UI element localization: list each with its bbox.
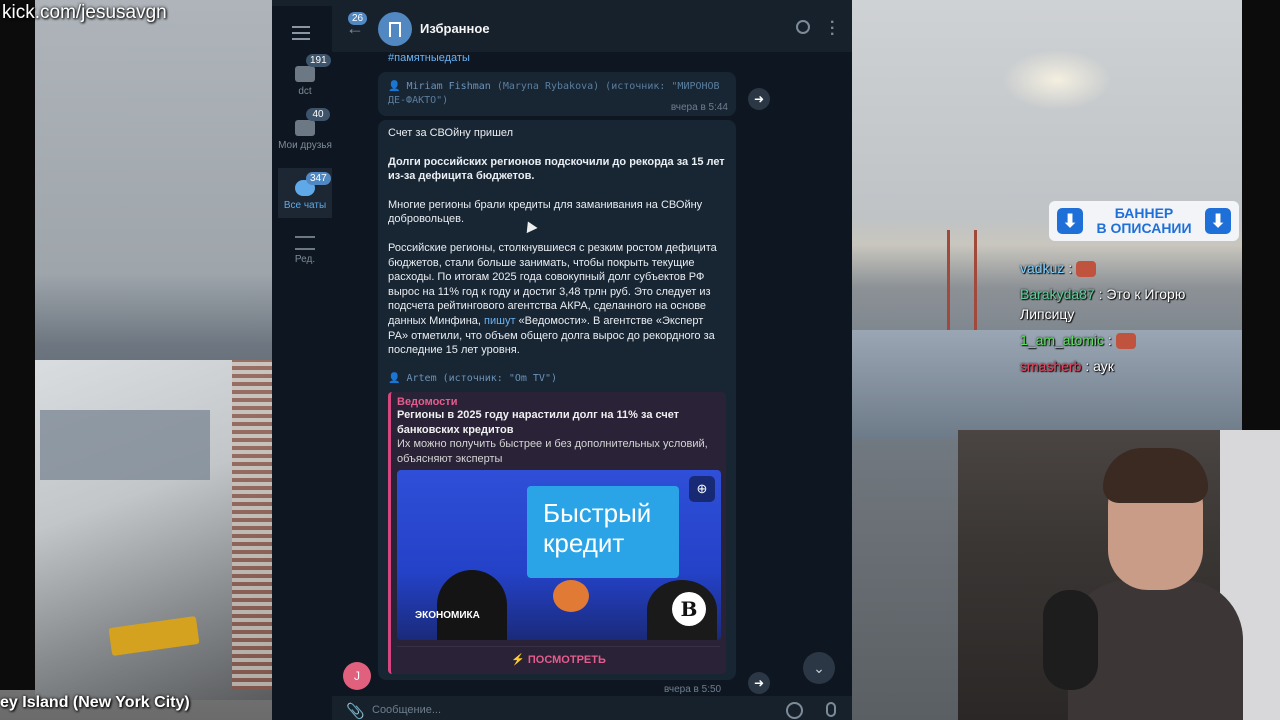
user-avatar[interactable]: J [343,662,371,690]
view-button[interactable]: ⚡ ПОСМОТРЕТЬ [397,646,720,674]
streamer-webcam [958,430,1280,720]
folder-all-chats[interactable]: 347 Все чаты [278,168,332,218]
parking-lot [40,410,210,480]
forward-header: 👤 Artem (источник: "Om TV") [388,372,557,384]
preview-title: Регионы в 2025 году нарастили долг на 11… [397,409,680,436]
chat-header: ← 26 Избранное · · · [332,6,852,52]
forward-source: Artem (источник: "Om TV") [406,372,557,384]
folder-dct[interactable]: 191 dct [278,54,332,112]
letterbox-right [1242,0,1280,430]
chat-username: smasherb [1020,358,1082,374]
message-text-bold: Долги российских регионов подскочили до … [388,155,725,183]
preview-site-name: Ведомости [397,396,458,408]
chat-message: Barakyda87 : Это к Игорю Липсицу [1020,284,1242,324]
kick-channel-url: kick.com/jesusavgn [2,2,167,23]
background-scene-left [0,0,272,720]
zoom-icon[interactable]: ⊕ [689,476,715,503]
emote-icon [1115,333,1136,350]
preview-image-person [437,570,507,641]
stream-screen: kick.com/jesusavgn ey Island (New York C… [0,0,1280,720]
folder-rail: 191 dct 40 Мои друзья 347 Все чаты Ред. [272,6,332,720]
message-time: вчера в 5:50 [664,684,722,695]
forward-name: Miriam Fishman [406,81,491,92]
bookmark-icon [389,21,401,37]
hamburger-menu-icon[interactable] [292,26,310,40]
link-preview[interactable]: Ведомости Регионы в 2025 году нарастили … [388,392,726,675]
location-caption: ey Island (New York City) [0,694,190,711]
attach-icon[interactable]: 📎 [346,702,365,720]
chat-message: smasherb : аук [1020,356,1242,376]
banner-line1: БАННЕР [1114,205,1174,221]
stream-chat-overlay: vadkuz : Barakyda87 : Это к Игорю Липсиц… [1020,258,1242,382]
chat-separator: : [1081,358,1094,374]
microphone [1043,590,1098,690]
saved-messages-avatar[interactable] [378,12,412,46]
message-composer: 📎 [332,696,852,720]
folder-icon [295,66,315,82]
chat-separator: : [1104,332,1116,348]
share-icon[interactable]: ➜ [748,88,770,110]
emoji-icon[interactable] [786,702,803,719]
scroll-down-icon[interactable]: ⌄ [803,652,835,684]
chat-title[interactable]: Избранное [420,21,490,36]
parachute-tower [947,230,977,340]
chat-text: аук [1093,358,1114,374]
preview-image-section: ЭКОНОМИКА [415,610,480,622]
chat-message: vadkuz : [1020,258,1242,278]
telegram-window: 191 dct 40 Мои друзья 347 Все чаты Ред. … [272,0,852,720]
back-unread-badge: 26 [348,12,368,25]
message-text: Счет за СВОйну пришел [388,127,514,139]
unread-badge: 191 [306,54,331,67]
message-text: Российские регионы, столкнувшиеся с резк… [388,241,726,358]
letterbox-left [0,0,35,690]
message-input[interactable] [372,701,772,719]
chat-username: Barakyda87 [1020,286,1095,302]
folder-label: Ред. [294,254,316,265]
chat-separator: : [1094,286,1107,302]
banner-text: БАННЕР В ОПИСАНИИ [1096,206,1191,236]
chat-username: vadkuz [1020,260,1065,276]
message-bubble[interactable]: 👤 Miriam Fishman (Maryna Rybakova) (исто… [378,72,736,116]
view-button-label: ПОСМОТРЕТЬ [527,654,606,667]
folder-label: Мои друзья [278,140,332,151]
hashtag-link[interactable]: #памятныедаты [388,52,470,64]
preview-image-ball [553,580,589,613]
unread-badge: 347 [306,172,331,185]
chat-separator: : [1064,260,1077,276]
share-icon[interactable]: ➜ [748,672,770,694]
banner-line2: В ОПИСАНИИ [1096,220,1192,236]
message-link[interactable]: пишут [484,315,515,327]
download-arrow-icon: ⬇ [1205,208,1231,234]
emote-icon [1076,261,1097,278]
download-arrow-icon: ⬇ [1057,208,1083,234]
folder-my-friends[interactable]: 40 Мои друзья [278,108,332,172]
preview-image[interactable]: Быстрый кредит ЭКОНОМИКА B ⊕ [397,470,721,641]
banner-overlay: ⬇ БАННЕР В ОПИСАНИИ ⬇ [1049,201,1239,241]
roller-coaster [232,360,272,690]
chat-message: 1_am_atomic : [1020,330,1242,350]
message-time: вчера в 5:44 [670,102,728,113]
chat-username: 1_am_atomic [1020,332,1105,348]
message-list: #памятныедаты 👤 Miriam Fishman (Maryna R… [332,52,852,696]
preview-image-card-text: Быстрый кредит [527,486,679,579]
unread-badge: 40 [306,108,330,121]
message-bubble[interactable]: Счет за СВОйну пришел Долги российских р… [378,120,736,680]
sun-glow [1002,50,1112,110]
search-icon[interactable] [796,20,810,34]
microphone-icon[interactable] [826,702,836,717]
message-text: Многие регионы брали кредиты для заманив… [388,198,703,226]
more-menu-icon[interactable]: · · · [830,15,835,43]
folder-label: dct [298,86,312,97]
folder-label: Все чаты [283,200,327,211]
streamer-hair [1103,448,1208,503]
preview-description: Их можно получить быстрее и без дополнит… [397,438,708,465]
folder-edit[interactable]: Ред. [278,228,332,272]
sliders-icon [295,236,315,250]
folder-icon [295,120,315,136]
